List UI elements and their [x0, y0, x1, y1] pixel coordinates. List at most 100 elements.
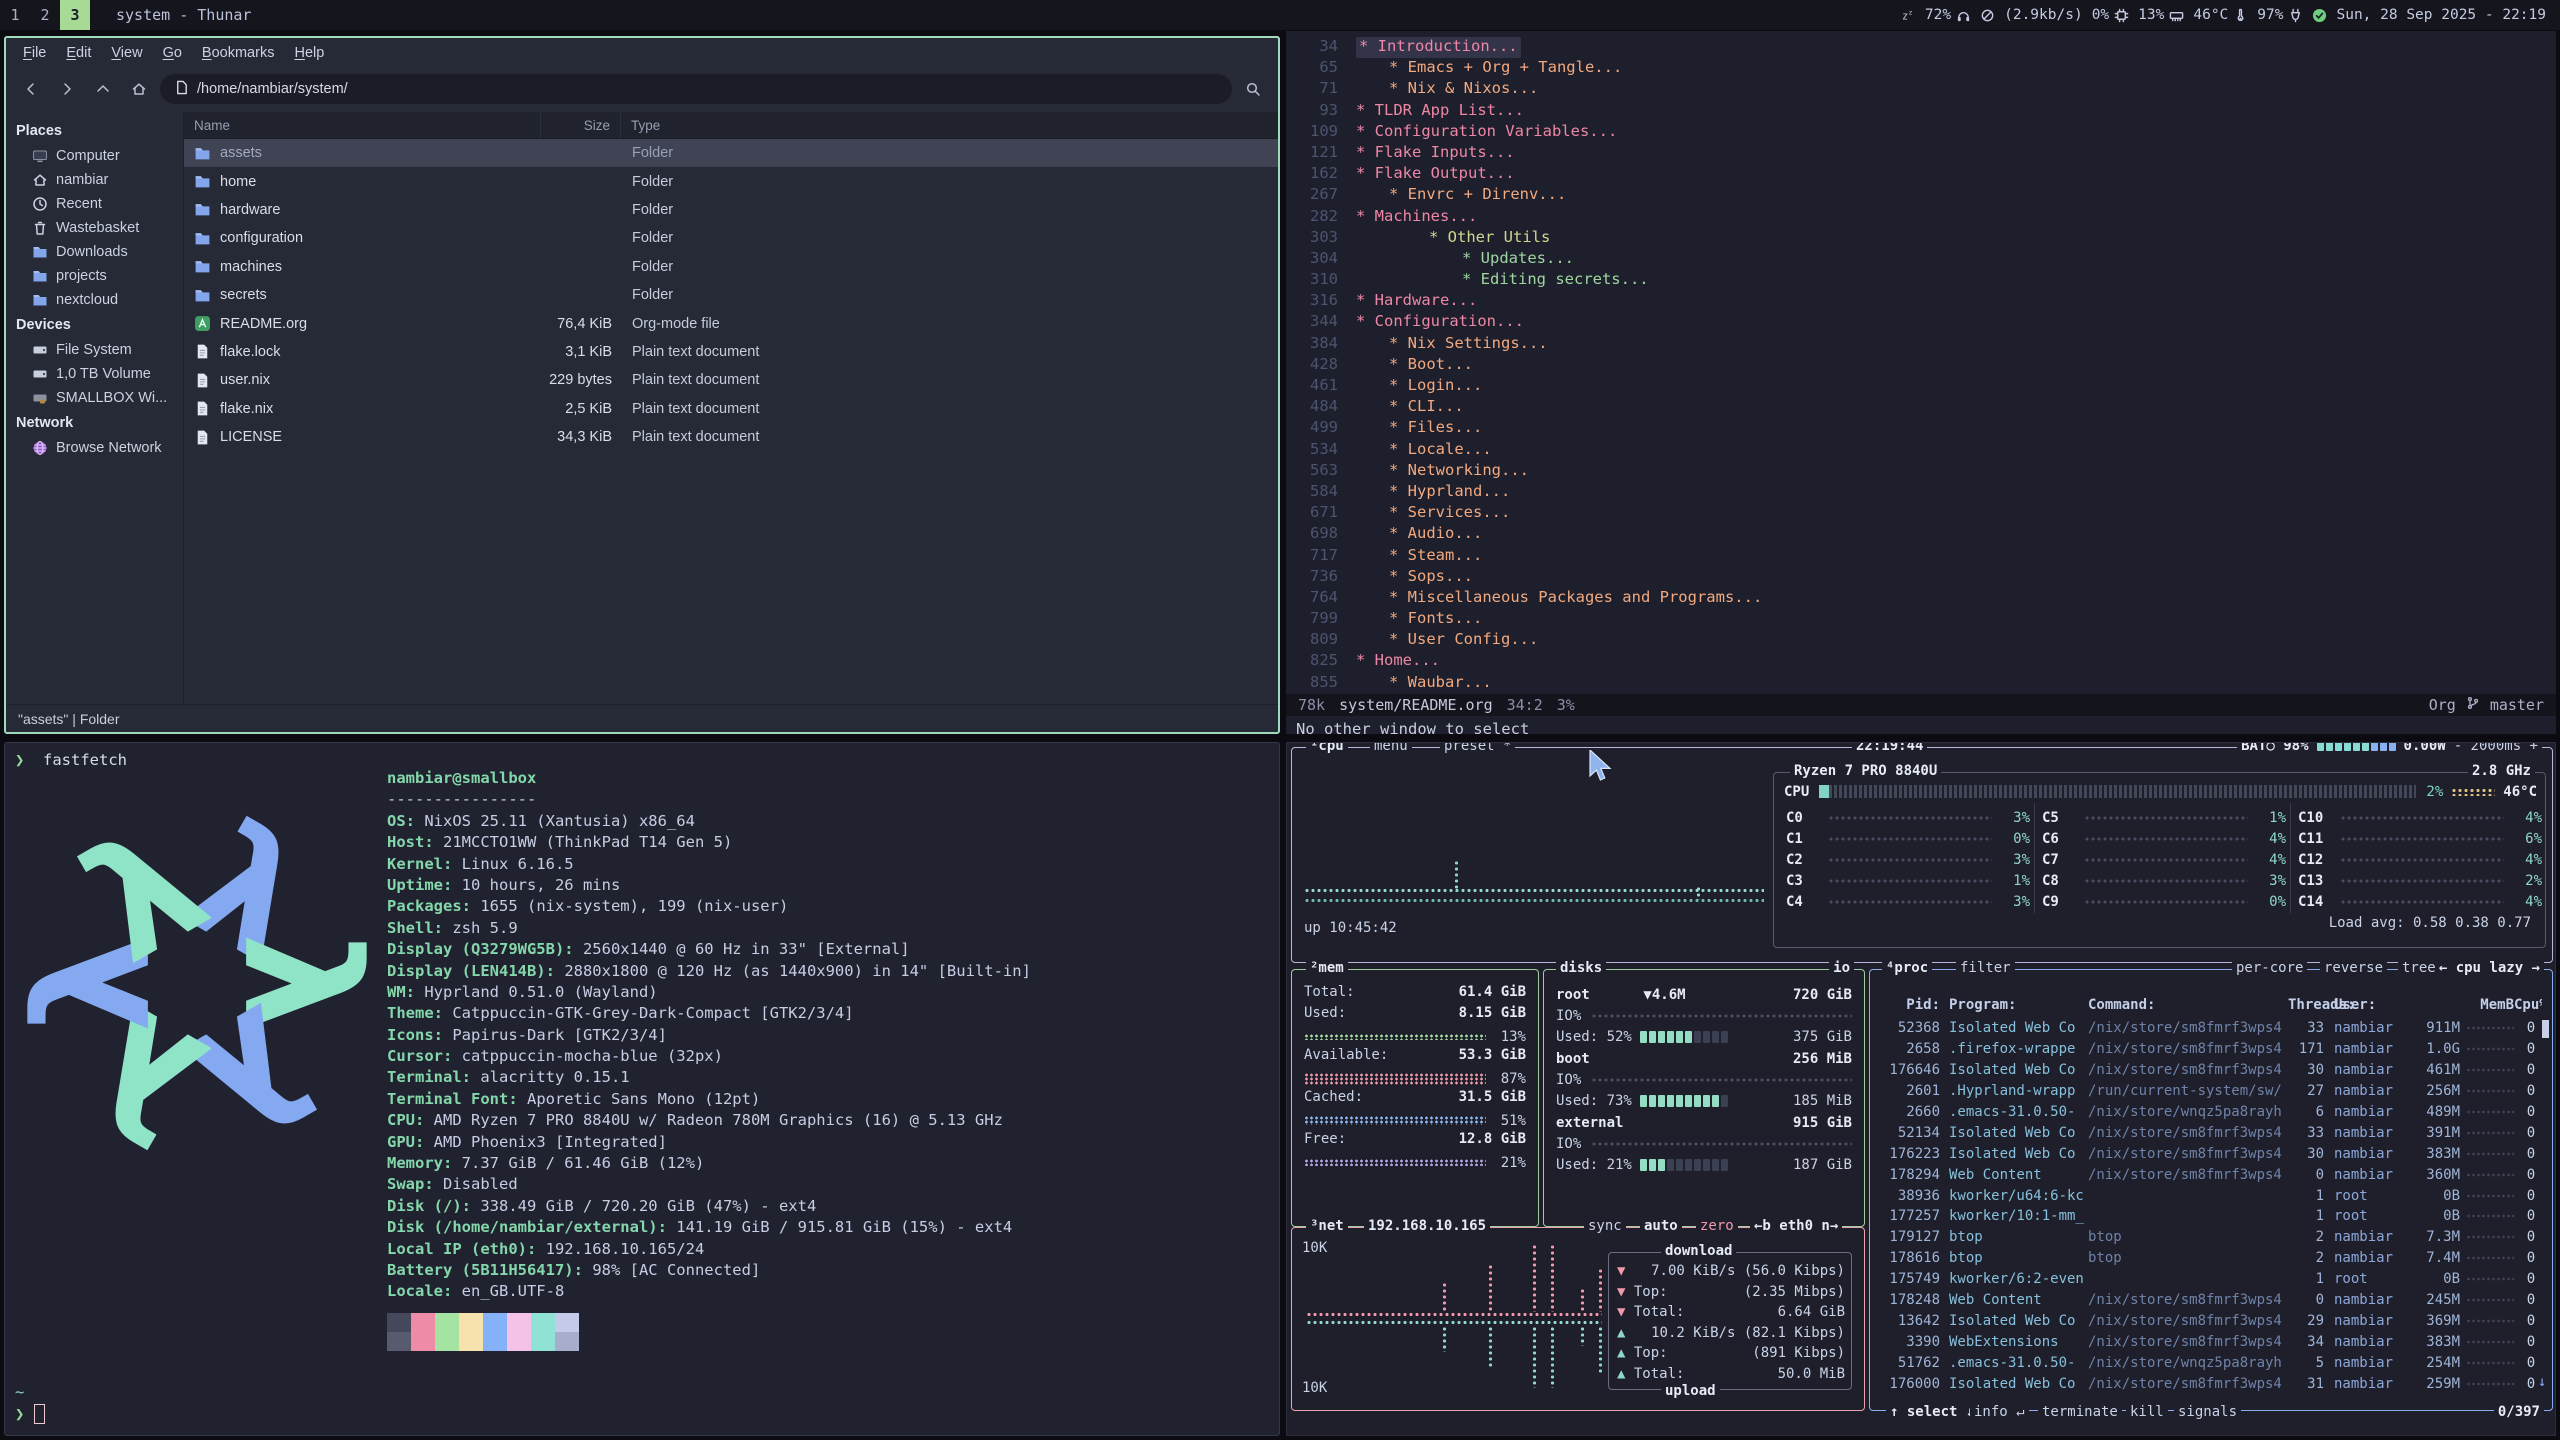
net-interface-switch[interactable]: ←b eth0 n→ — [1750, 1218, 1842, 1234]
menu-edit[interactable]: Edit — [57, 42, 100, 64]
tray-item-4[interactable]: 0% — [2092, 7, 2129, 23]
home-button[interactable] — [124, 74, 154, 104]
column-header-name[interactable]: Name — [184, 112, 540, 138]
proc-action-terminate[interactable]: terminate — [2038, 1404, 2122, 1420]
btop-window[interactable]: ¹cpumenupreset *22:19:44BAT○ 98%0.00W- 2… — [1286, 742, 2556, 1436]
sidebar-item-computer[interactable]: Computer — [6, 144, 183, 168]
tray-item-0[interactable]: zz — [1901, 8, 1916, 23]
sidebar-item-smallbox-wi-[interactable]: SMALLBOX Wi... — [6, 386, 183, 410]
file-row-license[interactable]: LICENSE34,3 KiBPlain text document — [184, 423, 1278, 451]
process-row[interactable]: 52368Isolated Web Co/nix/store/sm8fmrf3w… — [1878, 1018, 2538, 1039]
proc-tree-toggle[interactable]: tree — [2398, 960, 2440, 976]
process-row[interactable]: 3390WebExtensions/nix/store/sm8fmrf3wps4… — [1878, 1331, 2538, 1352]
file-row-secrets[interactable]: secretsFolder — [184, 281, 1278, 309]
process-row[interactable]: 2660.emacs-31.0.50-/nix/store/wnqz5pa8ra… — [1878, 1102, 2538, 1123]
btop-preset-button[interactable]: preset * — [1440, 742, 1515, 754]
proc-filter-button[interactable]: filter — [1956, 960, 2015, 976]
process-row[interactable]: 176000Isolated Web Co/nix/store/sm8fmrf3… — [1878, 1373, 2538, 1394]
process-row[interactable]: 178294Web Content/nix/store/sm8fmrf3wps4… — [1878, 1164, 2538, 1185]
proc-reverse-toggle[interactable]: reverse — [2320, 960, 2387, 976]
sidebar-item-nambiar[interactable]: nambiar — [6, 168, 183, 192]
process-row[interactable]: 52134Isolated Web Co/nix/store/sm8fmrf3w… — [1878, 1122, 2538, 1143]
proc-header-0[interactable]: Pid: — [1878, 997, 1940, 1013]
process-row[interactable]: 178248Web Content/nix/store/sm8fmrf3wps4… — [1878, 1290, 2538, 1311]
proc-header-3[interactable]: Threads: — [2288, 997, 2324, 1013]
column-header-size[interactable]: Size — [540, 112, 620, 138]
process-row[interactable]: 2658.firefox-wrappe/nix/store/sm8fmrf3wp… — [1878, 1039, 2538, 1060]
menu-file[interactable]: File — [14, 42, 55, 64]
tray-item-3[interactable]: (2.9kb/s) — [2004, 7, 2083, 23]
net-zero-toggle[interactable]: zero — [1696, 1218, 1738, 1234]
process-row[interactable]: 38936kworker/u64:6-kc1root0B0.0 — [1878, 1185, 2538, 1206]
sidebar-item-downloads[interactable]: Downloads — [6, 240, 183, 264]
back-button[interactable] — [16, 74, 46, 104]
file-row-machines[interactable]: machinesFolder — [184, 253, 1278, 281]
workspace-1[interactable]: 1 — [0, 0, 30, 30]
sidebar-item-projects[interactable]: projects — [6, 264, 183, 288]
proc-action-info[interactable]: info ↵ — [1970, 1404, 2029, 1420]
refresh-interval[interactable]: - 2000ms + — [2454, 742, 2538, 754]
sidebar-item-recent[interactable]: Recent — [6, 192, 183, 216]
disks-io-toggle[interactable]: io — [1829, 960, 1854, 976]
tray-item-6[interactable]: 46°C — [2193, 7, 2248, 23]
file-row-user-nix[interactable]: user.nix229 bytesPlain text document — [184, 366, 1278, 394]
tray-item-7[interactable]: 97% — [2257, 7, 2303, 23]
shell-prompt[interactable]: ❯ — [15, 1404, 45, 1424]
file-row-configuration[interactable]: configurationFolder — [184, 224, 1278, 252]
up-button[interactable] — [88, 74, 118, 104]
process-row[interactable]: 178616btopbtop2nambiar7.4M0.0 — [1878, 1248, 2538, 1269]
file-row-home[interactable]: homeFolder — [184, 167, 1278, 195]
proc-header-5[interactable]: MemB — [2404, 997, 2514, 1013]
process-row[interactable]: 13642Isolated Web Co/nix/store/sm8fmrf3w… — [1878, 1310, 2538, 1331]
tray-item-2[interactable] — [1980, 8, 1995, 23]
process-row[interactable]: 179127btopbtop2nambiar7.3M0.0 — [1878, 1227, 2538, 1248]
process-row[interactable]: 176223Isolated Web Co/nix/store/sm8fmrf3… — [1878, 1143, 2538, 1164]
proc-header-2[interactable]: Command: — [2088, 997, 2288, 1013]
system-tray[interactable]: zz72%(2.9kb/s)0%13%46°C97%Sun, 28 Sep 20… — [1901, 7, 2560, 23]
process-row[interactable]: 51762.emacs-31.0.50-/nix/store/wnqz5pa8r… — [1878, 1352, 2538, 1373]
column-header-type[interactable]: Type — [620, 112, 1278, 138]
workspace-switcher[interactable]: 123 — [0, 0, 90, 30]
proc-action-select[interactable]: ↑ select ↓ — [1886, 1404, 1978, 1420]
tray-item-1[interactable]: 72% — [1925, 7, 1971, 23]
tray-item-9[interactable]: Sun, 28 Sep 2025 - 22:19 — [2336, 7, 2546, 23]
menu-go[interactable]: Go — [154, 42, 191, 64]
proc-sort-selector[interactable]: ← cpu lazy → — [2435, 960, 2544, 976]
btop-menu-button[interactable]: menu — [1370, 742, 1412, 754]
search-button[interactable] — [1238, 74, 1268, 104]
sidebar-item-wastebasket[interactable]: Wastebasket — [6, 216, 183, 240]
proc-per-core-toggle[interactable]: per-core — [2232, 960, 2307, 976]
workspace-3[interactable]: 3 — [60, 0, 90, 30]
sidebar-item-1-0-tb-volume[interactable]: 1,0 TB Volume — [6, 362, 183, 386]
emacs-window[interactable]: 34* Introduction...65* Emacs + Org + Tan… — [1286, 31, 2556, 734]
file-row-readme-org[interactable]: README.org76,4 KiBOrg-mode file — [184, 309, 1278, 337]
menu-view[interactable]: View — [102, 42, 151, 64]
workspace-2[interactable]: 2 — [30, 0, 60, 30]
sidebar-item-nextcloud[interactable]: nextcloud — [6, 288, 183, 312]
proc-header-1[interactable]: Program: — [1940, 997, 2088, 1013]
terminal-window[interactable]: ❯ fastfetchλλλλλλnambiar@smallbox-------… — [4, 742, 1280, 1436]
file-row-flake-lock[interactable]: flake.lock3,1 KiBPlain text document — [184, 338, 1278, 366]
sidebar-item-file-system[interactable]: File System — [6, 338, 183, 362]
file-row-hardware[interactable]: hardwareFolder — [184, 196, 1278, 224]
net-auto-toggle[interactable]: auto — [1640, 1218, 1682, 1234]
proc-action-kill[interactable]: kill — [2126, 1404, 2168, 1420]
process-row[interactable]: 175749kworker/6:2-even1root0B0.0 — [1878, 1269, 2538, 1290]
proc-header-6[interactable]: Cpu% ↑ — [2514, 997, 2542, 1013]
proc-action-signals[interactable]: signals — [2174, 1404, 2241, 1420]
file-row-assets[interactable]: assetsFolder — [184, 139, 1278, 167]
file-row-flake-nix[interactable]: flake.nix2,5 KiBPlain text document — [184, 395, 1278, 423]
forward-button[interactable] — [52, 74, 82, 104]
list-header[interactable]: NameSizeType — [184, 112, 1278, 139]
menu-help[interactable]: Help — [285, 42, 333, 64]
proc-header-4[interactable]: User: — [2324, 997, 2404, 1013]
process-row[interactable]: 2601.Hyprland-wrapp/run/current-system/s… — [1878, 1081, 2538, 1102]
menu-bookmarks[interactable]: Bookmarks — [193, 42, 284, 64]
process-row[interactable]: 177257kworker/10:1-mm_1root0B0.0 — [1878, 1206, 2538, 1227]
path-bar[interactable]: /home/nambiar/system/ — [160, 74, 1232, 104]
sidebar-item-browse-network[interactable]: Browse Network — [6, 436, 183, 460]
process-row[interactable]: 176646Isolated Web Co/nix/store/sm8fmrf3… — [1878, 1060, 2538, 1081]
tray-item-8[interactable] — [2312, 8, 2327, 23]
proc-scrollbar[interactable] — [2542, 1020, 2549, 1038]
net-sync-toggle[interactable]: sync — [1584, 1218, 1626, 1234]
